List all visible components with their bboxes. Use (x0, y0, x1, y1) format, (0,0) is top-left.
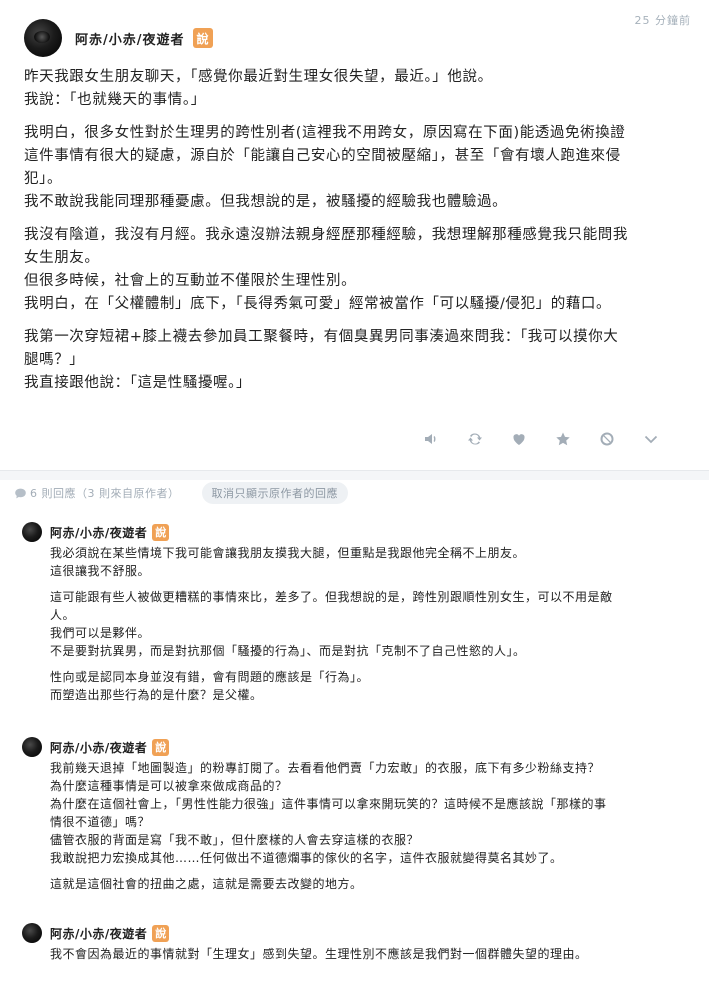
reply-line: 情很不道德」嗎？ (50, 815, 151, 829)
post-line: 犯」。 (24, 171, 63, 187)
post-body: 昨天我跟女生朋友聊天，「感覺你最近對生理女很失望，最近。」他說。 我說：「也就幾… (24, 66, 688, 405)
avatar[interactable] (22, 923, 42, 943)
post-line: 我明白，很多女性對於生理男的跨性別者(這裡我不用跨女，原因寫在下面)能透過免術換… (24, 125, 626, 141)
chevron-down-icon (644, 435, 658, 444)
reply-line: 人。 (50, 608, 76, 622)
post-line: 女生朋友。 (24, 250, 100, 266)
reply-line: 而塑造出那些行為的是什麼？是父權。 (50, 688, 263, 702)
avatar[interactable] (22, 737, 42, 757)
block-button[interactable] (585, 428, 629, 450)
speaker-icon (425, 434, 436, 444)
post-paragraph: 我明白，很多女性對於生理男的跨性別者(這裡我不用跨女，原因寫在下面)能透過免術換… (24, 122, 688, 214)
share-button[interactable] (453, 428, 497, 450)
like-button[interactable] (497, 428, 541, 450)
reply-line: 我前幾天退掉「地圖製造」的粉專訂閱了。去看看他們賣「力宏敢」的衣服，底下有多少粉… (50, 761, 601, 775)
share-icon (468, 433, 482, 445)
reply-paragraph: 我必須說在某些情境下我可能會讓我朋友摸我大腿，但重點是我跟他完全稱不上朋友。 這… (50, 544, 692, 580)
more-button[interactable] (629, 428, 673, 450)
comment-icon (15, 488, 26, 498)
heart-icon (513, 434, 525, 445)
favorite-button[interactable] (541, 428, 585, 450)
replies-bar: 6 則回應（3 則來自原作者） 取消只顯示原作者的回應 (14, 482, 348, 504)
post-line: 這件事情有很大的疑慮，源自於「能讓自己安心的空間被壓縮」，甚至「會有壞人跑進來侵 (24, 148, 621, 164)
post-author[interactable]: 阿赤/小赤/夜遊者 (75, 29, 185, 48)
reply-author[interactable]: 阿赤/小赤/夜遊者 (50, 524, 147, 541)
reply-body: 我不會因為最近的事情就對「生理女」感到失望。生理性別不應該是我們對一個群體失望的… (50, 945, 692, 963)
block-icon (600, 432, 614, 446)
reply-item: 阿赤/小赤/夜遊者 說 我必須說在某些情境下我可能會讓我朋友摸我大腿，但重點是我… (22, 522, 692, 712)
post-line: 我說：「也就幾天的事情。」 (24, 92, 206, 108)
post-paragraph: 昨天我跟女生朋友聊天，「感覺你最近對生理女很失望，最近。」他說。 我說：「也就幾… (24, 66, 688, 112)
reply-line: 我必須說在某些情境下我可能會讓我朋友摸我大腿，但重點是我跟他完全稱不上朋友。 (50, 546, 526, 560)
reply-line: 儘管衣服的背面是寫「我不敢」，但什麼樣的人會去穿這樣的衣服？ (50, 833, 420, 847)
post-line: 我第一次穿短裙+膝上襪去參加員工聚餐時，有個臭異男同事湊過來問我：「我可以摸你大 (24, 329, 619, 345)
reply-paragraph: 這就是這個社會的扭曲之處，這就是需要去改變的地方。 (50, 875, 692, 893)
reply-author[interactable]: 阿赤/小赤/夜遊者 (50, 739, 147, 756)
star-icon (556, 432, 570, 446)
reply-item: 阿赤/小赤/夜遊者 說 我前幾天退掉「地圖製造」的粉專訂閱了。去看看他們賣「力宏… (22, 737, 692, 901)
author-badge: 說 (192, 28, 213, 48)
reply-paragraph: 我不會因為最近的事情就對「生理女」感到失望。生理性別不應該是我們對一個群體失望的… (50, 945, 692, 963)
reply-item: 阿赤/小赤/夜遊者 說 我不會因為最近的事情就對「生理女」感到失望。生理性別不應… (22, 923, 692, 971)
post-line: 昨天我跟女生朋友聊天，「感覺你最近對生理女很失望，最近。」他說。 (24, 69, 493, 85)
post-header: 阿赤/小赤/夜遊者 說 (24, 18, 213, 58)
reply-line: 我們可以是夥伴。 (50, 626, 151, 640)
reply-paragraph: 我前幾天退掉「地圖製造」的粉專訂閱了。去看看他們賣「力宏敢」的衣服，底下有多少粉… (50, 759, 692, 867)
reply-author[interactable]: 阿赤/小赤/夜遊者 (50, 925, 147, 942)
reply-header: 阿赤/小赤/夜遊者 說 (22, 923, 692, 943)
author-badge: 說 (152, 924, 170, 942)
reply-header: 阿赤/小赤/夜遊者 說 (22, 737, 692, 757)
post-paragraph: 我第一次穿短裙+膝上襪去參加員工聚餐時，有個臭異男同事湊過來問我：「我可以摸你大… (24, 326, 688, 395)
avatar[interactable] (24, 19, 62, 57)
post-paragraph: 我沒有陰道，我沒有月經。我永遠沒辦法親身經歷那種經驗，我想理解那種感覺我只能問我… (24, 224, 688, 316)
reply-line: 性向或是認同本身並沒有錯，會有問題的應該是「行為」。 (50, 670, 370, 684)
reply-line: 這很讓我不舒服。 (50, 564, 151, 578)
reply-count: 6 則回應（3 則來自原作者） (30, 487, 180, 500)
post-line: 我不敢說我能同理那種憂慮。但我想說的是，被騷擾的經驗我也體驗過。 (24, 194, 508, 210)
post-line: 腿嗎？」 (24, 352, 85, 368)
post-line: 我沒有陰道，我沒有月經。我永遠沒辦法親身經歷那種經驗，我想理解那種感覺我只能問我 (24, 227, 628, 243)
reply-line: 我敢說把力宏換成其他……任何做出不道德爛事的傢伙的名字，這件衣服就變得莫名其妙了… (50, 851, 563, 865)
reply-body: 我必須說在某些情境下我可能會讓我朋友摸我大腿，但重點是我跟他完全稱不上朋友。 這… (50, 544, 692, 704)
reply-paragraph: 性向或是認同本身並沒有錯，會有問題的應該是「行為」。 而塑造出那些行為的是什麼？… (50, 668, 692, 704)
reply-header: 阿赤/小赤/夜遊者 說 (22, 522, 692, 542)
reply-paragraph: 這可能跟有些人被做更糟糕的事情來比，差多了。但我想說的是，跨性別跟順性別女生，可… (50, 588, 692, 660)
reply-line: 不是要對抗異男，而是對抗那個「騷擾的行為」、而是對抗「克制不了自己性慾的人」。 (50, 644, 526, 658)
reply-line: 這可能跟有些人被做更糟糕的事情來比，差多了。但我想說的是，跨性別跟順性別女生，可… (50, 590, 613, 604)
reply-line: 這就是這個社會的扭曲之處，這就是需要去改變的地方。 (50, 877, 363, 891)
section-divider (0, 470, 709, 480)
author-badge: 說 (152, 523, 170, 541)
post-line: 但很多時候，社會上的互動並不僅限於生理性別。 (24, 273, 357, 289)
reply-line: 為什麼這種事情是可以被拿來做成商品的？ (50, 779, 288, 793)
filter-author-replies-button[interactable]: 取消只顯示原作者的回應 (201, 482, 348, 504)
speaker-button[interactable] (409, 428, 453, 450)
avatar[interactable] (22, 522, 42, 542)
author-badge: 說 (152, 738, 170, 756)
post-line: 我明白，在「父權體制」底下，「長得秀氣可愛」經常被當作「可以騷擾/侵犯」的藉口。 (24, 296, 612, 312)
post-timestamp: 25 分鐘前 (634, 14, 691, 27)
post-line: 我直接跟他說：「這是性騷擾喔。」 (24, 375, 252, 391)
reply-body: 我前幾天退掉「地圖製造」的粉專訂閱了。去看看他們賣「力宏敢」的衣服，底下有多少粉… (50, 759, 692, 893)
reply-line: 為什麼在這個社會上，「男性性能力很強」這件事情可以拿來開玩笑的？這時候不是應該說… (50, 797, 607, 811)
reply-line: 我不會因為最近的事情就對「生理女」感到失望。生理性別不應該是我們對一個群體失望的… (50, 947, 588, 961)
post-actions (409, 428, 673, 450)
post-card: 阿赤/小赤/夜遊者 說 25 分鐘前 昨天我跟女生朋友聊天，「感覺你最近對生理女… (0, 0, 709, 470)
